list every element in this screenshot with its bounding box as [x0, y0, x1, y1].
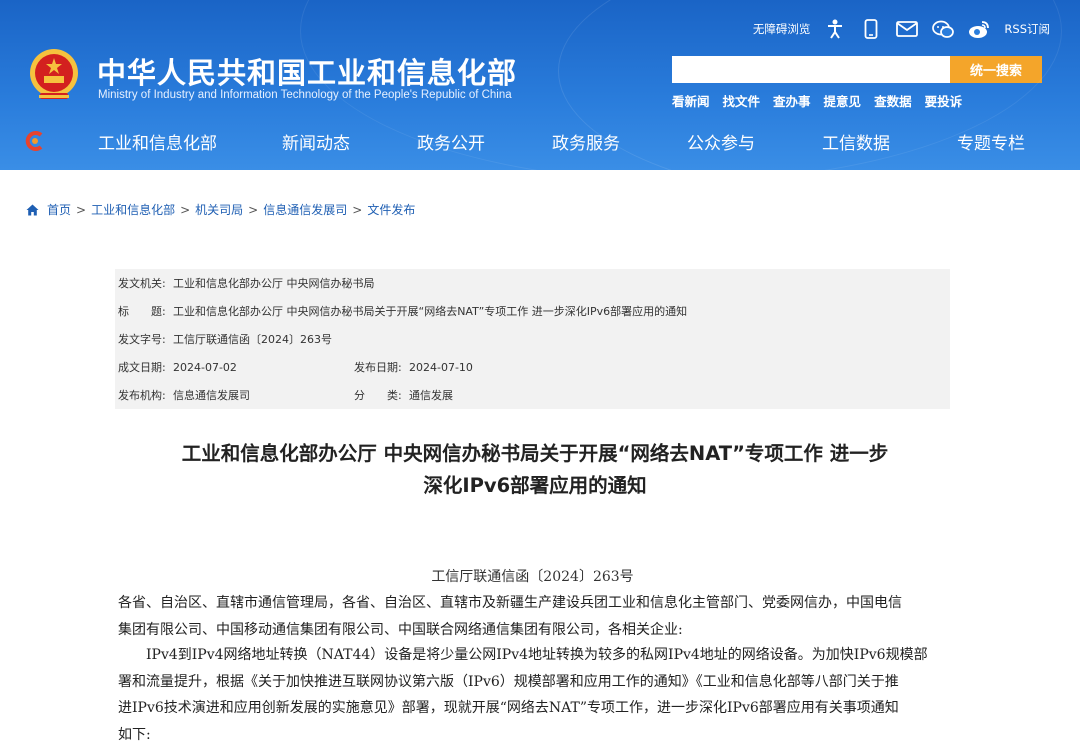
breadcrumb-documents[interactable]: 文件发布 — [367, 201, 415, 218]
meta-row-org: 发布机构: 信息通信发展司 分 类: 通信发展 — [115, 381, 950, 409]
meta-category-label: 分 类: — [354, 389, 402, 402]
meta-row-dates: 成文日期: 2024-07-02 发布日期: 2024-07-10 — [115, 353, 950, 381]
site-header: 中华人民共和国工业和信息化部 Ministry of Industry and … — [0, 0, 1080, 170]
document-title-line: 深化IPv6部署应用的通知 — [423, 474, 647, 497]
breadcrumb-separator: > — [76, 202, 87, 217]
site-subtitle: Ministry of Industry and Information Tec… — [98, 89, 512, 101]
wechat-icon[interactable] — [932, 18, 955, 40]
meta-published-value: 2024-07-10 — [409, 360, 473, 374]
breadcrumb-separator: > — [180, 202, 191, 217]
body-paragraph: IPv4到IPv4网络地址转换（NAT44）设备是将少量公网IPv4地址转换为较… — [118, 642, 952, 747]
breadcrumb-ict-dept[interactable]: 信息通信发展司 — [263, 201, 347, 218]
quick-link-data[interactable]: 查数据 — [874, 91, 912, 110]
document-title-line: 工业和信息化部办公厅 中央网信办秘书局关于开展“网络去NAT”专项工作 进一步 — [181, 442, 889, 465]
rss-link[interactable]: RSS订阅 — [1004, 21, 1050, 37]
meta-doc-number-label: 发文字号: — [118, 333, 166, 346]
addressees-paragraph: 各省、自治区、直辖市通信管理局，各省、自治区、直辖市及新疆生产建设兵团工业和信息… — [118, 590, 952, 643]
breadcrumb-separator: > — [352, 202, 363, 217]
meta-issuer-value: 工业和信息化部办公厅 中央网信办秘书局 — [173, 277, 375, 290]
meta-created-label: 成文日期: — [118, 361, 166, 374]
mobile-icon[interactable] — [860, 18, 882, 40]
accessibility-link[interactable]: 无障碍浏览 — [753, 21, 811, 37]
document-title: 工业和信息化部办公厅 中央网信办秘书局关于开展“网络去NAT”专项工作 进一步 … — [115, 438, 955, 502]
weibo-icon[interactable] — [968, 18, 990, 40]
meta-category-value: 通信发展 — [409, 389, 453, 402]
breadcrumb: 首页 > 工业和信息化部 > 机关司局 > 信息通信发展司 > 文件发布 — [26, 201, 415, 218]
search-button[interactable]: 统一搜索 — [950, 56, 1042, 83]
breadcrumb-departments[interactable]: 机关司局 — [195, 201, 243, 218]
nav-item-public-participation[interactable]: 公众参与 — [687, 129, 755, 154]
meta-org-label: 发布机构: — [118, 389, 166, 402]
paragraph-line: 各省、自治区、直辖市通信管理局，各省、自治区、直辖市及新疆生产建设兵团工业和信息… — [118, 595, 902, 611]
meta-published-label: 发布日期: — [354, 361, 402, 374]
paragraph-line: 如下: — [118, 726, 151, 743]
quick-link-files[interactable]: 找文件 — [723, 91, 761, 110]
ministry-logo-icon[interactable] — [24, 130, 46, 152]
search-input[interactable] — [672, 56, 950, 83]
paragraph-line: 进IPv6技术演进和应用创新发展的实施意见》部署，现就开展“网络去NAT”专项工… — [118, 700, 899, 716]
meta-doc-number-value: 工信厅联通信函〔2024〕263号 — [173, 333, 332, 346]
meta-row-issuer: 发文机关: 工业和信息化部办公厅 中央网信办秘书局 — [115, 269, 950, 297]
paragraph-line: 集团有限公司、中国移动通信集团有限公司、中国联合网络通信集团有限公司，各相关企业… — [118, 621, 683, 638]
main-nav: 工业和信息化部 新闻动态 政务公开 政务服务 公众参与 工信数据 专题专栏 — [0, 120, 1080, 162]
top-links: 无障碍浏览 RSS订阅 — [753, 18, 1050, 40]
site-title[interactable]: 中华人民共和国工业和信息化部 — [97, 50, 517, 92]
document-meta-table: 发文机关: 工业和信息化部办公厅 中央网信办秘书局 标 题: 工业和信息化部办公… — [115, 269, 950, 409]
quick-link-complaint[interactable]: 要投诉 — [925, 91, 963, 110]
nav-item-topics[interactable]: 专题专栏 — [957, 129, 1025, 154]
accessibility-icon[interactable] — [824, 18, 846, 40]
quick-link-news[interactable]: 看新闻 — [672, 91, 710, 110]
document-number: 工信厅联通信函〔2024〕263号 — [431, 569, 634, 585]
meta-title-label: 标 题: — [118, 305, 166, 318]
nav-item-data[interactable]: 工信数据 — [822, 129, 890, 154]
national-emblem-icon[interactable] — [25, 46, 83, 104]
home-icon — [26, 204, 39, 215]
mail-icon[interactable] — [896, 18, 919, 40]
breadcrumb-home[interactable]: 首页 — [47, 201, 71, 218]
quick-links: 看新闻 找文件 查办事 提意见 查数据 要投诉 — [672, 91, 962, 110]
meta-title-value: 工业和信息化部办公厅 中央网信办秘书局关于开展“网络去NAT”专项工作 进一步深… — [173, 305, 688, 318]
breadcrumb-ministry[interactable]: 工业和信息化部 — [91, 201, 175, 218]
quick-link-feedback[interactable]: 提意见 — [824, 91, 862, 110]
breadcrumb-separator: > — [248, 202, 259, 217]
meta-created-value: 2024-07-02 — [173, 360, 237, 374]
meta-row-title: 标 题: 工业和信息化部办公厅 中央网信办秘书局关于开展“网络去NAT”专项工作… — [115, 297, 950, 325]
meta-org-value: 信息通信发展司 — [173, 389, 250, 402]
nav-item-ministry[interactable]: 工业和信息化部 — [98, 129, 217, 154]
meta-row-doc-number: 发文字号: 工信厅联通信函〔2024〕263号 — [115, 325, 950, 353]
nav-item-news[interactable]: 新闻动态 — [282, 129, 350, 154]
meta-issuer-label: 发文机关: — [118, 277, 166, 290]
paragraph-line: 署和流量提升，根据《关于加快推进互联网协议第六版（IPv6）规模部署和应用工作的… — [118, 673, 899, 690]
nav-item-gov-affairs[interactable]: 政务公开 — [417, 129, 485, 154]
nav-item-gov-services[interactable]: 政务服务 — [552, 129, 620, 154]
paragraph-line: IPv4到IPv4网络地址转换（NAT44）设备是将少量公网IPv4地址转换为较… — [146, 647, 928, 663]
quick-link-services[interactable]: 查办事 — [773, 91, 811, 110]
